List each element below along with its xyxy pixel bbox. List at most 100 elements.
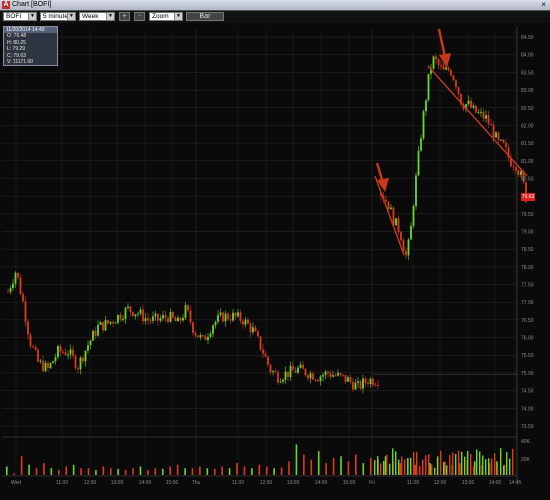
candle-body [312, 373, 314, 380]
symbol-select[interactable]: BOFI ▼ [3, 12, 37, 21]
candle-body [19, 277, 22, 295]
candle-body [470, 100, 472, 108]
candle-body [472, 105, 475, 108]
candle-body [249, 323, 252, 333]
candle-body [412, 206, 415, 226]
candle-body [390, 207, 392, 210]
volume-bar [132, 468, 134, 475]
candle-body [475, 105, 477, 113]
candle-body [447, 67, 450, 71]
chevron-down-icon[interactable]: ▼ [174, 13, 182, 20]
chevron-down-icon[interactable]: ▼ [106, 13, 114, 20]
interval-select[interactable]: 5 minutes ▼ [40, 12, 76, 21]
chart-type-button[interactable]: Bar [186, 12, 224, 21]
chevron-down-icon[interactable]: ▼ [28, 13, 36, 20]
candle-body [154, 313, 157, 317]
volume-bar [184, 468, 186, 475]
candle-body [467, 100, 470, 105]
volume-bar [50, 468, 53, 475]
x-tick-label: 12:00 [84, 480, 97, 486]
candle-body [47, 362, 49, 369]
volume-bar [506, 452, 508, 475]
y-tick-label: 81.00 [521, 159, 534, 165]
candle-body [292, 365, 294, 371]
toolbar: BOFI ▼ 5 minutes ▼ Week ▼ + - Zoom ▼ Bar [0, 11, 550, 23]
app-icon: A [2, 1, 10, 9]
zoom-in-button[interactable]: + [119, 12, 130, 21]
price-chart[interactable]: 84.50 84.00 83.50 83.00 82.50 82.00 81.50 81.00… [0, 23, 550, 500]
candle-body [495, 132, 497, 138]
volume-bar [464, 456, 466, 475]
candle-body [182, 317, 184, 321]
zoom-select[interactable]: Zoom ▼ [149, 12, 183, 21]
x-tick-label: 15:00 [166, 480, 179, 486]
candle-body [512, 166, 515, 168]
volume-bar [310, 459, 313, 475]
volume-bar [443, 462, 445, 475]
volume-bar [491, 458, 493, 475]
candle-body [367, 382, 369, 385]
candle-body [159, 318, 162, 321]
volume-bar [228, 468, 231, 475]
volume-bar [482, 455, 484, 475]
volume-bar [377, 456, 379, 475]
volume-bar [221, 466, 223, 475]
candle-body [432, 56, 435, 69]
close-icon[interactable]: × [541, 0, 546, 10]
volume-bar [410, 457, 412, 475]
candle-body [197, 335, 199, 338]
candle-body [104, 320, 107, 331]
zoom-out-button[interactable]: - [134, 12, 145, 21]
volume-bar [422, 462, 424, 475]
candle-body [79, 357, 82, 370]
volume-bar [389, 463, 391, 475]
volume-bar [444, 461, 446, 475]
volume-bar [413, 451, 415, 475]
candle-body [67, 354, 69, 356]
y-tick-label: 81.50 [521, 141, 534, 147]
candle-body [442, 65, 445, 70]
x-tick-label: 13:00 [287, 480, 300, 486]
candle-body [209, 333, 212, 337]
y-tick-label: 84.00 [521, 53, 534, 59]
range-select[interactable]: Week ▼ [79, 12, 115, 21]
info-volume: V: 11171.00 [7, 59, 34, 66]
y-tick-label: 73.50 [521, 424, 534, 430]
volume-bar [500, 448, 502, 475]
volume-bar [87, 468, 90, 475]
ohlc-info-box: 11/20/2014 14:40 O: 76.48 H: 80.25 L: 79… [3, 26, 58, 66]
candle-body [189, 310, 192, 323]
title-bar[interactable]: A Chart [BOFI] × [0, 0, 550, 11]
candle-body [52, 361, 54, 364]
candle-body [114, 322, 117, 324]
candle-body [97, 324, 99, 336]
candle-body [234, 312, 237, 317]
x-tick-label: 14:00 [139, 480, 152, 486]
candle-body [482, 111, 485, 119]
volume-bar [117, 468, 119, 475]
volume-bar [401, 456, 403, 475]
candle-body [279, 381, 282, 383]
candles [7, 53, 527, 394]
chevron-down-icon[interactable]: ▼ [67, 13, 75, 20]
candle-body [102, 321, 104, 331]
x-tick-label: Wed [11, 480, 21, 486]
candle-body [219, 312, 222, 316]
candle-body [157, 313, 159, 321]
volume-bar [369, 458, 372, 475]
x-tick-label: 14:00 [315, 480, 328, 486]
candle-body [24, 301, 27, 322]
volume-bar [404, 459, 406, 475]
x-tick-label: 11:00 [232, 480, 244, 486]
candle-body [317, 379, 319, 382]
volume-bar [258, 464, 261, 475]
volume-bar [161, 468, 164, 475]
volume-bar [154, 468, 157, 475]
volume-bar [147, 469, 149, 475]
volume-bar [236, 463, 238, 475]
candle-body [229, 319, 232, 321]
candle-body [342, 374, 344, 376]
session-separators [195, 30, 517, 476]
x-tick-label: Fri [369, 480, 375, 486]
candle-body [359, 381, 362, 389]
